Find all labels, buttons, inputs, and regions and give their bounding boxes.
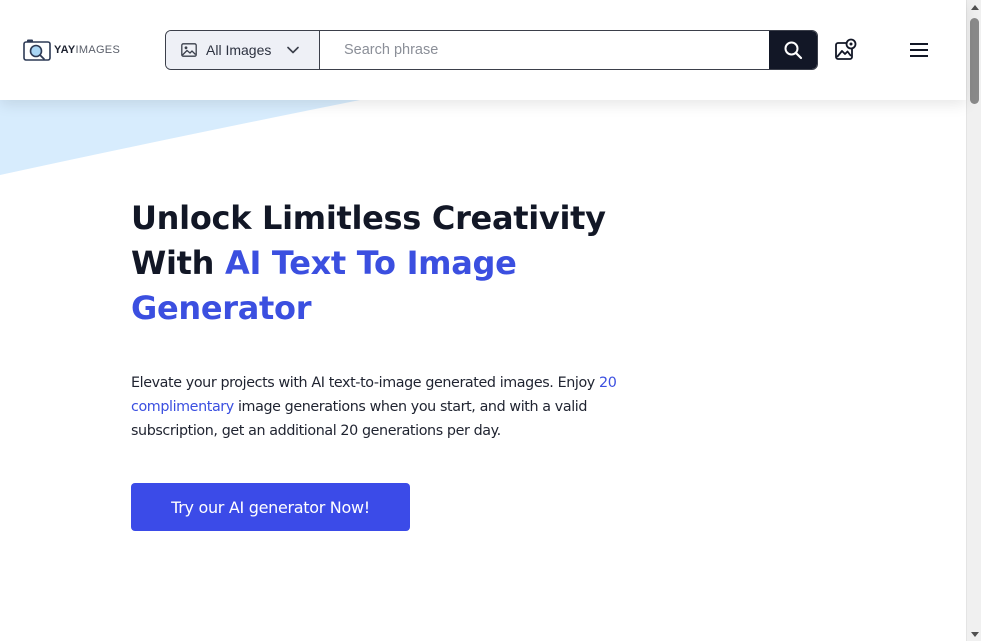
hero-title: Unlock Limitless Creativity With AI Text…	[131, 199, 606, 327]
category-dropdown[interactable]: All Images	[166, 31, 320, 69]
decorative-wedge	[0, 98, 370, 175]
camera-search-icon	[23, 39, 51, 61]
scrollbar-thumb[interactable]	[970, 18, 979, 104]
search-bar: All Images	[165, 30, 818, 70]
hamburger-menu-button[interactable]	[909, 41, 931, 59]
logo[interactable]: YAYIMAGES	[23, 38, 120, 62]
scroll-up-arrow[interactable]	[967, 0, 981, 14]
logo-text: YAYIMAGES	[54, 44, 121, 56]
menu-icon	[910, 43, 928, 57]
search-icon	[784, 41, 803, 60]
site-header: YAYIMAGES All Images	[0, 0, 966, 100]
category-label: All Images	[206, 42, 272, 58]
chevron-down-icon	[287, 46, 299, 54]
gallery-settings-button[interactable]	[834, 38, 858, 62]
gallery-settings-icon	[835, 38, 857, 60]
image-icon	[181, 43, 197, 57]
search-input[interactable]	[320, 31, 769, 69]
scroll-down-arrow[interactable]	[967, 627, 981, 641]
hero-description: Elevate your projects with AI text-to-im…	[131, 375, 617, 439]
scrollbar[interactable]	[966, 0, 981, 641]
search-button[interactable]	[769, 31, 817, 69]
hero-section: Unlock Limitless Creativity With AI Text…	[131, 196, 651, 331]
try-ai-generator-button[interactable]: Try our AI generator Now!	[131, 483, 410, 531]
